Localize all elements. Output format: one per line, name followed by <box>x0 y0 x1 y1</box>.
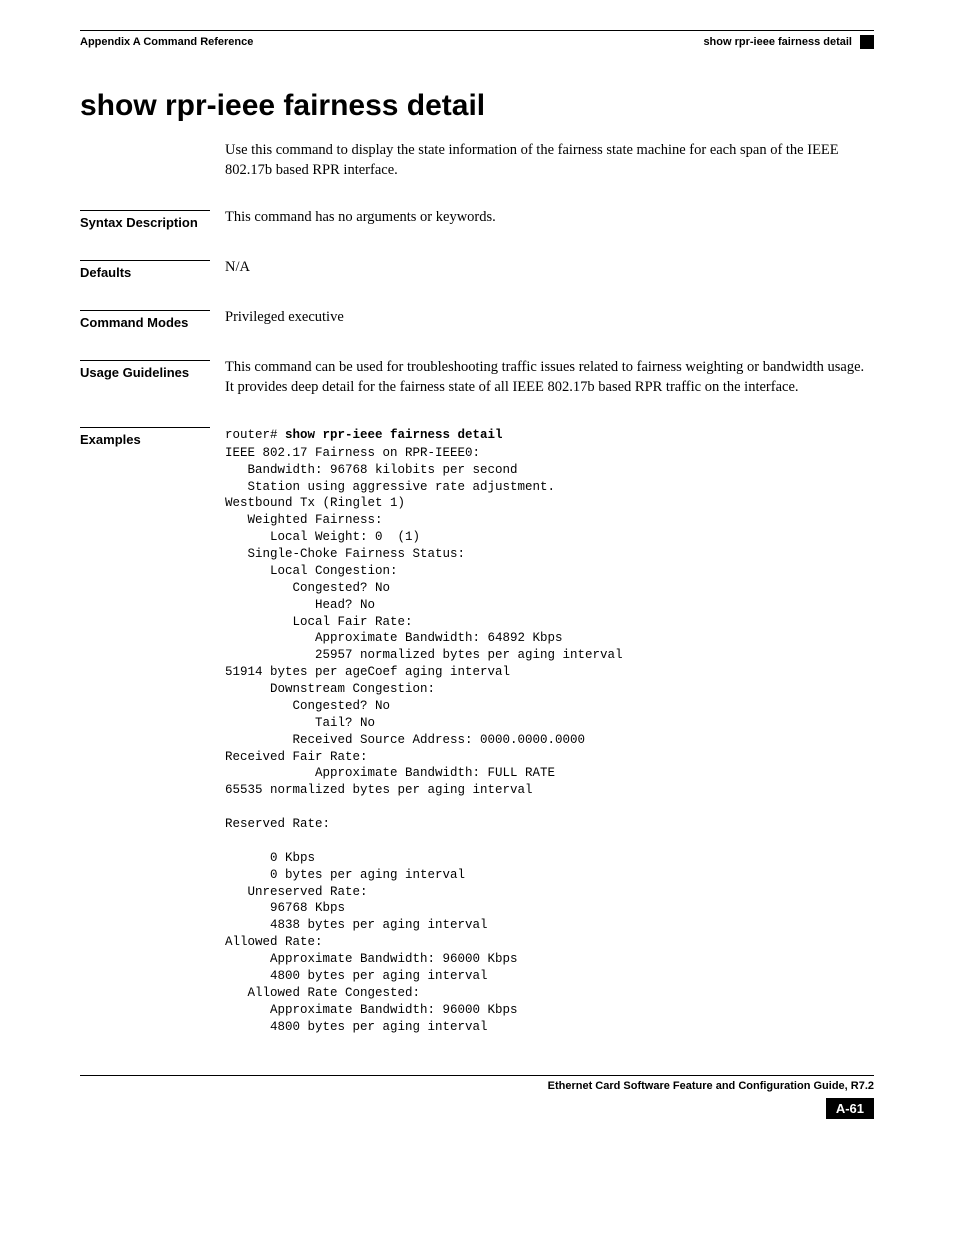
intro-paragraph: Use this command to display the state in… <box>225 141 874 180</box>
label-rule <box>80 427 210 428</box>
page-header: Appendix A Command Reference show rpr-ie… <box>80 35 874 49</box>
label-rule <box>80 210 210 211</box>
defaults-label: Defaults <box>80 265 131 280</box>
header-topic-text: show rpr-ieee fairness detail <box>703 36 852 48</box>
section-label: Defaults <box>80 258 225 280</box>
examples-body: router# show rpr-ieee fairness detail IE… <box>225 425 874 1035</box>
section-label: Usage Guidelines <box>80 358 225 380</box>
modes-text: Privileged executive <box>225 308 874 328</box>
label-rule <box>80 260 210 261</box>
page-number: A-61 <box>826 1098 874 1119</box>
section-command-modes: Command Modes Privileged executive <box>80 308 874 330</box>
page-number-container: A-61 <box>80 1098 874 1119</box>
footer-row: Ethernet Card Software Feature and Confi… <box>80 1080 874 1092</box>
examples-label: Examples <box>80 432 141 447</box>
example-command-line: router# show rpr-ieee fairness detail <box>225 425 874 445</box>
section-syntax: Syntax Description This command has no a… <box>80 208 874 230</box>
page-title: show rpr-ieee fairness detail <box>80 89 874 123</box>
header-rule <box>80 30 874 31</box>
header-topic: show rpr-ieee fairness detail <box>703 35 874 49</box>
label-rule <box>80 310 210 311</box>
section-label: Syntax Description <box>80 208 225 230</box>
section-usage-guidelines: Usage Guidelines This command can be use… <box>80 358 874 397</box>
router-prompt: router# <box>225 428 285 442</box>
page-footer: Ethernet Card Software Feature and Confi… <box>80 1075 874 1119</box>
usage-label: Usage Guidelines <box>80 365 189 380</box>
section-label: Command Modes <box>80 308 225 330</box>
section-label: Examples <box>80 425 225 447</box>
syntax-text: This command has no arguments or keyword… <box>225 208 874 228</box>
section-defaults: Defaults N/A <box>80 258 874 280</box>
guide-title: Ethernet Card Software Feature and Confi… <box>80 1080 874 1092</box>
label-rule <box>80 360 210 361</box>
section-examples: Examples router# show rpr-ieee fairness … <box>80 425 874 1035</box>
footer-rule <box>80 1075 874 1076</box>
appendix-label: Appendix A Command Reference <box>80 36 253 48</box>
modes-label: Command Modes <box>80 315 188 330</box>
example-output: IEEE 802.17 Fairness on RPR-IEEE0: Bandw… <box>225 445 874 1036</box>
syntax-label: Syntax Description <box>80 215 198 230</box>
document-page: Appendix A Command Reference show rpr-ie… <box>0 0 954 1149</box>
usage-text: This command can be used for troubleshoo… <box>225 358 874 397</box>
header-marker-icon <box>860 35 874 49</box>
defaults-text: N/A <box>225 258 874 278</box>
example-command: show rpr-ieee fairness detail <box>285 428 503 442</box>
